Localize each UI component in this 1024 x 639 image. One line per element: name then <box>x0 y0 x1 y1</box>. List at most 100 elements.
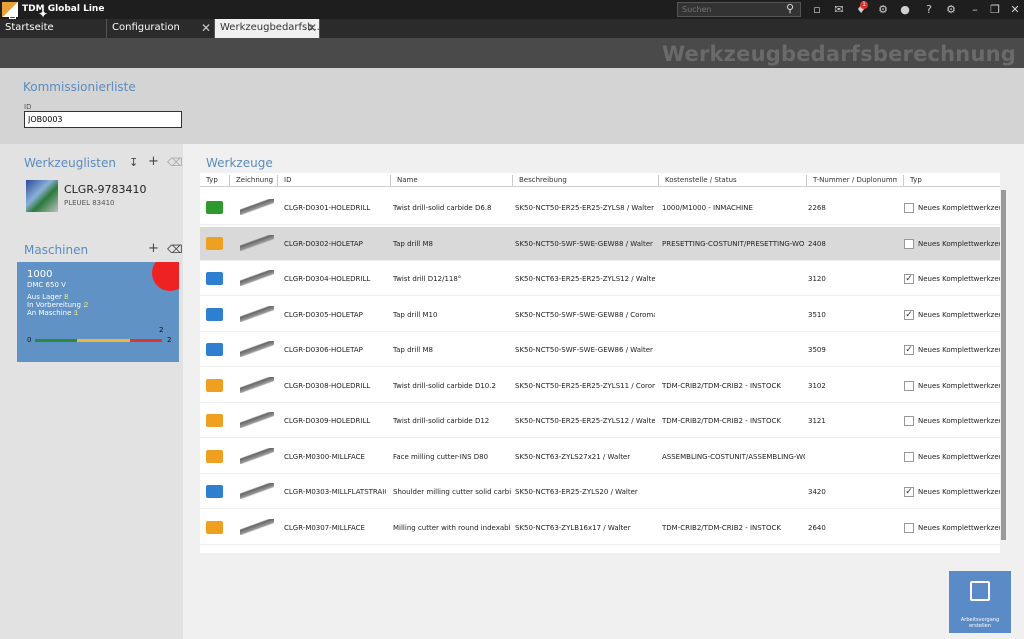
tab-configuration[interactable]: Configuration <box>107 19 215 38</box>
help-icon[interactable]: ? <box>920 1 938 18</box>
tool-desc: SK50-NCT63-ZYLS27x21 / Walter <box>515 453 631 461</box>
machine-model: DMC 650 V <box>27 281 66 289</box>
tool-checkbox[interactable] <box>904 239 914 249</box>
tool-desc: SK50-NCT50-SWF-SWE-GEW88 / Walter <box>515 240 653 248</box>
search-icon[interactable]: ⚲ <box>786 2 794 15</box>
col-beschreibung[interactable]: Beschreibung <box>519 176 567 184</box>
tool-type-icon <box>206 308 223 321</box>
table-scrollbar[interactable] <box>1001 190 1006 540</box>
search-input[interactable] <box>677 2 801 17</box>
tool-checkbox[interactable] <box>904 452 914 462</box>
tool-type-icon <box>206 237 223 250</box>
list-name: CLGR-9783410 <box>64 183 147 196</box>
tool-kostenstelle: TDM-CRIB2/TDM-CRIB2 - INSTOCK <box>662 417 781 425</box>
list-sub: PLEUEL 83410 <box>64 199 115 207</box>
chat-icon[interactable]: ✉ <box>830 1 848 18</box>
tool-name: Twist drill-solid carbide D10.2 <box>393 382 496 390</box>
col-tnummer[interactable]: T-Nummer / Duplonummer <box>813 176 897 184</box>
list-thumbnail <box>26 180 58 212</box>
tool-checkbox[interactable]: ✓ <box>904 274 914 284</box>
tool-typ: Neues Komplettwerkzeug <box>918 275 1000 283</box>
tool-name: Face milling cutter-INS D80 <box>393 453 489 461</box>
col-name[interactable]: Name <box>397 176 418 184</box>
close-tab-configuration-icon[interactable]: ✕ <box>201 19 211 38</box>
tool-name: Tap drill M8 <box>393 240 433 248</box>
tool-drawing-icon <box>240 483 274 499</box>
tool-drawing-icon <box>240 377 274 393</box>
close-tab-werkzeugbedarf-icon[interactable]: ✕ <box>307 19 317 38</box>
home-icon[interactable]: ⌂ <box>8 7 24 23</box>
title-bar <box>0 0 1024 19</box>
tool-id: CLGR-M0303-MILLFLATSTRAIGHT <box>284 488 386 496</box>
tool-name: Twist drill-solid carbide D6.8 <box>393 204 492 212</box>
tool-desc: SK50-NCT50-SWF-SWE-GEW88 / Coromant <box>515 311 655 319</box>
tool-tnummer: 2268 <box>808 204 826 212</box>
kommission-title: Kommissionierliste <box>23 80 136 94</box>
col-typ2[interactable]: Typ <box>910 176 922 184</box>
tool-checkbox[interactable] <box>904 523 914 533</box>
col-typ[interactable]: Typ <box>206 176 218 184</box>
id-label: ID <box>24 103 32 111</box>
tool-typ: Neues Komplettwerkzeug <box>918 488 1000 496</box>
tool-name: Twist drill-solid carbide D12 <box>393 417 490 425</box>
tool-typ: Neues Komplettwerkzeug <box>918 382 1000 390</box>
col-sep <box>658 175 659 187</box>
tool-drawing-icon <box>240 341 274 357</box>
tool-desc: SK50-NCT50-SWF-SWE-GEW86 / Walter <box>515 346 653 354</box>
tool-typ: Neues Komplettwerkzeug <box>918 417 1000 425</box>
settings-icon[interactable]: ⚙ <box>942 1 960 18</box>
add-machine-icon[interactable]: + <box>148 241 159 256</box>
tool-checkbox[interactable] <box>904 203 914 213</box>
tool-id: CLGR-D0301-HOLEDRILL <box>284 204 371 212</box>
delete-machine-icon[interactable]: ⌫ <box>167 243 183 256</box>
tool-typ: Neues Komplettwerkzeug <box>918 311 1000 319</box>
user-icon[interactable]: ● <box>896 1 914 18</box>
col-kostenstelle[interactable]: Kostenstelle / Status <box>665 176 737 184</box>
tool-typ: Neues Komplettwerkzeug <box>918 240 1000 248</box>
tool-name: Milling cutter with round indexable inse… <box>393 524 511 532</box>
in-vorb-label: In Vorbereitung : <box>27 301 86 309</box>
tool-desc: SK50-NCT63-ZYLB16x17 / Walter <box>515 524 631 532</box>
page-title: Werkzeugbedarfsberechnung <box>661 42 1016 66</box>
tool-checkbox[interactable] <box>904 381 914 391</box>
tool-tnummer: 2640 <box>808 524 826 532</box>
tool-checkbox[interactable]: ✓ <box>904 310 914 320</box>
left-pane <box>0 144 183 639</box>
id-input[interactable] <box>24 111 182 128</box>
tool-typ: Neues Komplettwerkzeug <box>918 524 1000 532</box>
machine-status-dot <box>152 262 179 291</box>
col-zeichnung[interactable]: Zeichnung <box>236 176 273 184</box>
col-id[interactable]: ID <box>284 176 291 184</box>
tool-checkbox[interactable]: ✓ <box>904 345 914 355</box>
close-window-icon[interactable]: ✕ <box>1006 1 1024 18</box>
tool-id: CLGR-D0302-HOLETAP <box>284 240 363 248</box>
restore-icon[interactable]: ❐ <box>986 1 1004 18</box>
network-icon[interactable]: ⚙ <box>874 1 892 18</box>
tool-desc: SK50-NCT63-ER25-ZYLS20 / Walter <box>515 488 638 496</box>
machine-name: 1000 <box>27 269 53 280</box>
add-list-icon[interactable]: + <box>148 154 159 169</box>
tool-checkbox[interactable] <box>904 416 914 426</box>
tool-name: Tap drill M10 <box>393 311 438 319</box>
tool-type-icon <box>206 521 223 534</box>
import-icon[interactable]: ↧ <box>129 156 138 169</box>
aus-lager-value: 8 <box>64 293 69 301</box>
document-icon[interactable]: ▫ <box>808 1 826 18</box>
tool-kostenstelle: TDM-CRIB2/TDM-CRIB2 - INSTOCK <box>662 382 781 390</box>
tool-typ: Neues Komplettwerkzeug <box>918 346 1000 354</box>
tool-kostenstelle: ASSEMBLING-COSTUNIT/ASSEMBLING-WORKPLACE <box>662 453 805 461</box>
tool-tnummer: 3510 <box>808 311 826 319</box>
tool-checkbox[interactable]: ✓ <box>904 487 914 497</box>
tool-tnummer: 3120 <box>808 275 826 283</box>
wand-icon[interactable]: ✦ <box>38 7 54 23</box>
tool-id: CLGR-D0304-HOLEDRILL <box>284 275 371 283</box>
an-masch-value: 1 <box>74 309 79 317</box>
tab-werkzeugbedarf[interactable]: Werkzeugbedarfsb... <box>215 19 323 38</box>
tool-type-icon <box>206 343 223 356</box>
notification-badge: 1 <box>860 1 868 9</box>
tool-drawing-icon <box>240 519 274 535</box>
minimize-icon[interactable]: – <box>966 1 984 18</box>
create-operation-label: Arbeitsvorgang erstellen <box>960 617 1000 629</box>
tool-drawing-icon <box>240 412 274 428</box>
col-sep <box>806 175 807 187</box>
